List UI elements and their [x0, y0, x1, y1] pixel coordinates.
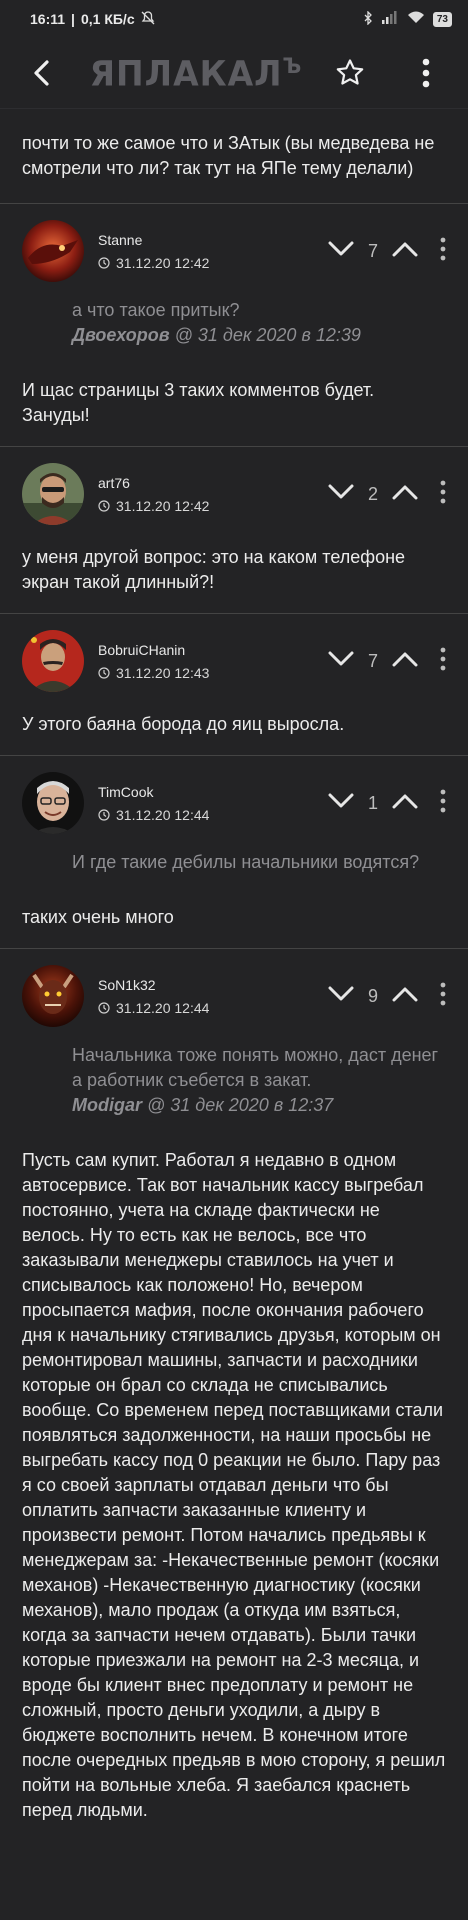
- comment-body: У этого баяна борода до яиц выросла.: [22, 714, 345, 734]
- comment-body: таких очень много: [22, 907, 174, 927]
- battery-indicator: 73: [432, 11, 452, 27]
- comment: art76 31.12.20 12:42 2 у меня другой воп…: [0, 446, 468, 613]
- status-bar: 16:11 | 0,1 КБ/с 73: [0, 0, 468, 38]
- comment-menu-button[interactable]: [440, 982, 446, 1011]
- avatar[interactable]: [22, 220, 84, 282]
- upvote-button[interactable]: [392, 484, 418, 505]
- bluetooth-icon: [363, 9, 373, 28]
- more-vertical-icon: [440, 480, 446, 503]
- chevron-down-icon: [328, 986, 354, 1000]
- more-vertical-icon: [440, 237, 446, 260]
- author-name[interactable]: BobruiCHanin: [98, 642, 328, 658]
- comment-date: 31.12.20 12:44: [116, 806, 210, 823]
- comment-header: Stanne 31.12.20 12:42 7: [0, 204, 468, 298]
- quoted-text: И где такие дебилы начальники водятся?: [72, 852, 420, 872]
- status-time: 16:11: [30, 11, 66, 27]
- vote-controls: 9: [328, 986, 418, 1007]
- vote-count: 2: [367, 483, 378, 504]
- chevron-up-icon: [392, 987, 418, 1001]
- comment-body: у меня другой вопрос: это на каком телеф…: [22, 547, 406, 592]
- clock-icon: [98, 256, 110, 269]
- quote-attribution[interactable]: Modigar @ 31 дек 2020 в 12:37: [72, 1093, 446, 1118]
- more-vertical-icon: [422, 58, 430, 88]
- signal-icon: [381, 11, 399, 27]
- chevron-up-icon: [392, 485, 418, 499]
- comments-feed: почти то же самое что и ЗАтык (вы медвед…: [0, 109, 468, 1841]
- more-vertical-icon: [440, 647, 446, 670]
- vote-count: 1: [367, 792, 378, 813]
- vote-count: 9: [367, 985, 378, 1006]
- avatar[interactable]: [22, 630, 84, 692]
- vote-controls: 1: [328, 793, 418, 814]
- comment: SoN1k32 31.12.20 12:44 9 Начальника тоже…: [0, 948, 468, 1841]
- comment-date: 31.12.20 12:42: [116, 497, 210, 514]
- clock-icon: [98, 499, 110, 512]
- comment-body: Пусть сам купит. Работал я недавно в одн…: [22, 1150, 446, 1820]
- more-vertical-icon: [440, 789, 446, 812]
- vote-count: 7: [367, 240, 378, 261]
- chevron-down-icon: [328, 484, 354, 498]
- comment-header: BobruiCHanin 31.12.20 12:43 7: [0, 614, 468, 708]
- author-name[interactable]: SoN1k32: [98, 977, 328, 993]
- vote-count: 7: [367, 650, 378, 671]
- chevron-up-icon: [392, 242, 418, 256]
- avatar[interactable]: [22, 463, 84, 525]
- comment-menu-button[interactable]: [440, 237, 446, 266]
- comment: Stanne 31.12.20 12:42 7 а что такое прит…: [0, 203, 468, 446]
- upvote-button[interactable]: [392, 793, 418, 814]
- menu-button[interactable]: [406, 53, 446, 93]
- author-name[interactable]: art76: [98, 475, 328, 491]
- comment-date: 31.12.20 12:44: [116, 999, 210, 1016]
- chevron-up-icon: [392, 652, 418, 666]
- chevron-down-icon: [328, 793, 354, 807]
- comment-header: TimCook 31.12.20 12:44 1: [0, 756, 468, 850]
- vote-controls: 2: [328, 484, 418, 505]
- comment-menu-button[interactable]: [440, 647, 446, 676]
- app-header: ЯПЛАКАЛъ: [0, 38, 468, 109]
- quoted-text: а что такое притык? Двоехоров @ 31 дек 2…: [0, 298, 468, 348]
- wifi-icon: [407, 11, 425, 27]
- quote-attribution[interactable]: Двоехоров @ 31 дек 2020 в 12:39: [72, 323, 446, 348]
- comment-header: SoN1k32 31.12.20 12:44 9: [0, 949, 468, 1043]
- author-name[interactable]: TimCook: [98, 784, 328, 800]
- upvote-button[interactable]: [392, 986, 418, 1007]
- vote-controls: 7: [328, 651, 418, 672]
- previous-comment-body: почти то же самое что и ЗАтык (вы медвед…: [22, 133, 435, 178]
- downvote-button[interactable]: [328, 793, 354, 814]
- quoted-text: Начальника тоже понять можно, даст денег…: [0, 1043, 468, 1118]
- downvote-button[interactable]: [328, 651, 354, 672]
- downvote-button[interactable]: [328, 986, 354, 1007]
- comment-header: art76 31.12.20 12:42 2: [0, 447, 468, 541]
- avatar[interactable]: [22, 965, 84, 1027]
- clock-icon: [98, 666, 110, 679]
- comment-menu-button[interactable]: [440, 789, 446, 818]
- back-button[interactable]: [22, 53, 62, 93]
- downvote-button[interactable]: [328, 241, 354, 262]
- vote-controls: 7: [328, 241, 418, 262]
- chevron-down-icon: [328, 651, 354, 665]
- site-logo[interactable]: ЯПЛАКАЛъ: [90, 53, 303, 94]
- status-speed: 0,1 КБ/с: [80, 11, 135, 27]
- star-icon: [336, 59, 364, 85]
- upvote-button[interactable]: [392, 651, 418, 672]
- comment-date: 31.12.20 12:42: [116, 254, 210, 271]
- author-name[interactable]: Stanne: [98, 232, 328, 248]
- comment: TimCook 31.12.20 12:44 1 И где такие деб…: [0, 755, 468, 948]
- downvote-button[interactable]: [328, 484, 354, 505]
- upvote-button[interactable]: [392, 241, 418, 262]
- arrow-left-icon: [34, 60, 49, 86]
- mute-icon: [141, 10, 155, 28]
- comment-menu-button[interactable]: [440, 480, 446, 509]
- comment: BobruiCHanin 31.12.20 12:43 7 У этого ба…: [0, 613, 468, 755]
- comment-body: И щас страницы 3 таких комментов будет. …: [22, 380, 375, 425]
- more-vertical-icon: [440, 982, 446, 1005]
- clock-icon: [98, 808, 110, 821]
- favorite-button[interactable]: [330, 53, 370, 93]
- comment-date: 31.12.20 12:43: [116, 664, 210, 681]
- chevron-down-icon: [328, 241, 354, 255]
- chevron-up-icon: [392, 794, 418, 808]
- clock-icon: [98, 1001, 110, 1014]
- avatar[interactable]: [22, 772, 84, 834]
